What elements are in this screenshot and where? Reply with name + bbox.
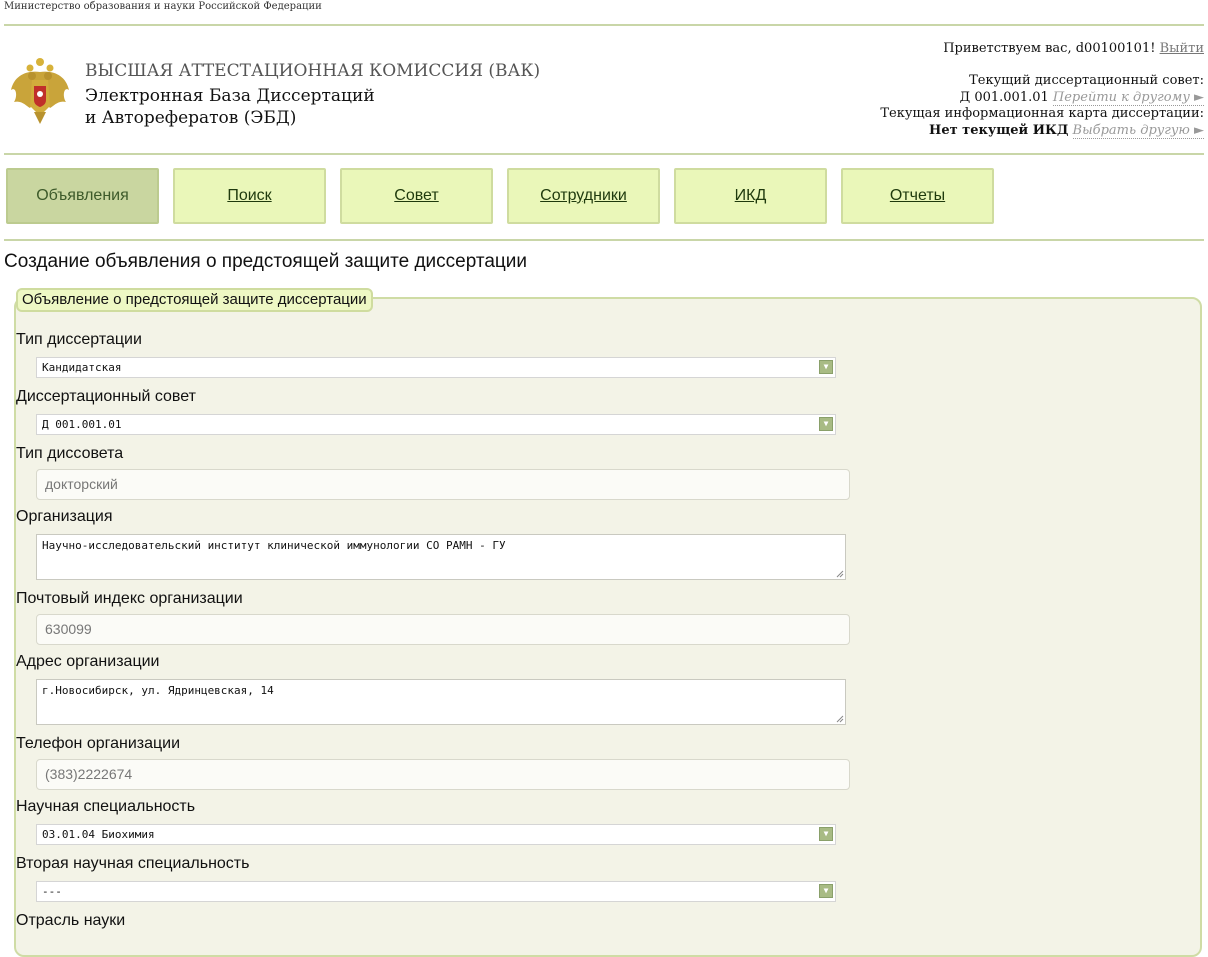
council-select[interactable]: Д 001.001.01 ▼ <box>36 414 836 435</box>
specialty-value: 03.01.04 Биохимия <box>42 828 155 841</box>
dissertation-type-select[interactable]: Кандидатская ▼ <box>36 357 836 378</box>
ministry-name: Министерство образования и науки Российс… <box>4 1 322 12</box>
chevron-down-icon[interactable]: ▼ <box>819 360 833 374</box>
phone-label: Телефон организации <box>16 735 181 752</box>
tab-search[interactable]: Поиск <box>173 168 326 224</box>
current-card-label: Текущая информационная карта диссертации… <box>880 106 1204 121</box>
postal-code-field[interactable]: 630099 <box>36 614 850 645</box>
council-type-label: Тип диссовета <box>16 445 124 462</box>
tab-reports[interactable]: Отчеты <box>841 168 994 224</box>
switch-council-link[interactable]: Перейти к другому ► <box>1052 90 1204 106</box>
page-title: Создание объявления о предстоящей защите… <box>4 251 528 272</box>
organization-label: Организация <box>16 508 113 525</box>
postal-code-label: Почтовый индекс организации <box>16 590 243 607</box>
dissertation-type-value: Кандидатская <box>42 361 122 374</box>
greeting-text: Приветствуем вас, d00100101! <box>943 41 1156 56</box>
header-divider-bottom <box>4 153 1204 155</box>
current-council-value: Д 001.001.01 <box>959 90 1049 105</box>
specialty-label: Научная специальность <box>16 798 196 815</box>
coat-of-arms-icon <box>8 56 72 126</box>
specialty2-select[interactable]: --- ▼ <box>36 881 836 902</box>
specialty2-label: Вторая научная специальность <box>16 855 250 872</box>
current-council-line: Д 001.001.01 Перейти к другому ► <box>959 90 1204 106</box>
address-textarea[interactable]: г.Новосибирск, ул. Ядринцевская, 14 <box>36 679 846 725</box>
address-label: Адрес организации <box>16 653 160 670</box>
council-type-field[interactable]: докторский <box>36 469 850 500</box>
resize-grip-icon[interactable] <box>836 570 844 578</box>
chevron-down-icon[interactable]: ▼ <box>819 417 833 431</box>
organization-textarea[interactable]: Научно-исследовательский институт клинич… <box>36 534 846 580</box>
current-council-label: Текущий диссертационный совет: <box>969 73 1204 88</box>
title-vak: ВЫСШАЯ АТТЕСТАЦИОННАЯ КОМИССИЯ (ВАК) <box>85 61 541 81</box>
chevron-down-icon[interactable]: ▼ <box>819 827 833 841</box>
council-label: Диссертационный совет <box>16 388 196 405</box>
header-divider-top <box>4 24 1204 26</box>
phone-field[interactable]: (383)2222674 <box>36 759 850 790</box>
dissertation-type-label: Тип диссертации <box>16 331 142 348</box>
nav-divider <box>4 239 1204 241</box>
specialty-select[interactable]: 03.01.04 Биохимия ▼ <box>36 824 836 845</box>
organization-value: Научно-исследовательский институт клинич… <box>42 539 506 552</box>
tab-council[interactable]: Совет <box>340 168 493 224</box>
tab-announcements[interactable]: Объявления <box>6 168 159 224</box>
tab-ikd[interactable]: ИКД <box>674 168 827 224</box>
chevron-down-icon[interactable]: ▼ <box>819 884 833 898</box>
tab-staff[interactable]: Сотрудники <box>507 168 660 224</box>
choose-card-link[interactable]: Выбрать другую ► <box>1072 123 1204 139</box>
form-legend: Объявление о предстоящей защите диссерта… <box>16 288 373 312</box>
council-value: Д 001.001.01 <box>42 418 122 431</box>
specialty2-value: --- <box>42 885 62 898</box>
address-value: г.Новосибирск, ул. Ядринцевская, 14 <box>42 684 274 697</box>
current-card-line: Нет текущей ИКД Выбрать другую ► <box>929 123 1204 139</box>
greeting-line: Приветствуем вас, d00100101! Выйти <box>943 41 1204 56</box>
title-ebd-line1: Электронная База Диссертаций <box>85 86 375 106</box>
title-ebd-line2: и Авторефератов (ЭБД) <box>85 108 297 128</box>
science-branch-label: Отрасль науки <box>16 912 126 929</box>
resize-grip-icon[interactable] <box>836 715 844 723</box>
current-card-value: Нет текущей ИКД <box>929 123 1069 138</box>
logout-link[interactable]: Выйти <box>1160 41 1204 56</box>
